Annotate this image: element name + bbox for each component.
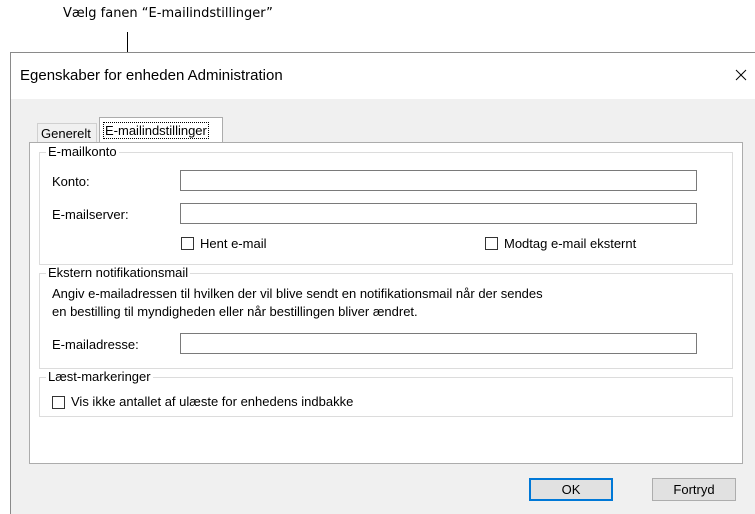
group-read-markings-legend: Læst-markeringer xyxy=(46,369,153,384)
hide-unread-label: Vis ikke antallet af ulæste for enhedens… xyxy=(71,394,354,409)
receive-external-checkbox[interactable] xyxy=(485,237,498,250)
fetch-mail-label: Hent e-mail xyxy=(200,236,267,251)
close-button[interactable] xyxy=(727,61,755,89)
title-bar: Egenskaber for enheden Administration xyxy=(11,53,755,99)
hide-unread-checkbox[interactable] xyxy=(52,396,65,409)
close-icon xyxy=(735,69,747,81)
receive-external-label: Modtag e-mail eksternt xyxy=(504,236,637,251)
group-read-markings: Læst-markeringer Vis ikke antallet af ul… xyxy=(39,369,733,417)
tab-email-settings-label: E-mailindstillinger xyxy=(103,122,209,139)
tab-panel-email-settings: E-mailkonto Konto: E-mailserver: Hent e-… xyxy=(29,142,743,464)
tab-generelt-label: Generelt xyxy=(41,126,91,141)
notification-description-line1: Angiv e-mailadressen til hvilken der vil… xyxy=(52,286,543,301)
email-server-input[interactable] xyxy=(180,203,697,224)
notification-description-line2: en bestilling til myndigheden eller når … xyxy=(52,304,418,319)
screenshot-canvas: Vælg fanen “E-mailindstillinger” Egenska… xyxy=(0,0,755,514)
ok-button[interactable]: OK xyxy=(529,478,613,501)
group-external-notification-legend: Ekstern notifikationsmail xyxy=(46,265,191,280)
properties-dialog: Egenskaber for enheden Administration Ge… xyxy=(10,52,755,514)
account-label: Konto: xyxy=(52,174,90,189)
group-external-notification: Ekstern notifikationsmail Angiv e-mailad… xyxy=(39,265,733,369)
callout-annotation: Vælg fanen “E-mailindstillinger” xyxy=(63,6,273,21)
email-server-label: E-mailserver: xyxy=(52,207,129,222)
email-address-input[interactable] xyxy=(180,333,697,354)
email-address-label: E-mailadresse: xyxy=(52,337,139,352)
group-email-account-legend: E-mailkonto xyxy=(46,144,119,159)
cancel-button[interactable]: Fortryd xyxy=(652,478,736,501)
group-email-account: E-mailkonto Konto: E-mailserver: Hent e-… xyxy=(39,144,733,265)
tab-email-settings[interactable]: E-mailindstillinger xyxy=(99,117,223,144)
account-input[interactable] xyxy=(180,170,697,191)
fetch-mail-checkbox[interactable] xyxy=(181,237,194,250)
tab-generelt[interactable]: Generelt xyxy=(37,123,97,143)
window-title: Egenskaber for enheden Administration xyxy=(20,67,283,84)
